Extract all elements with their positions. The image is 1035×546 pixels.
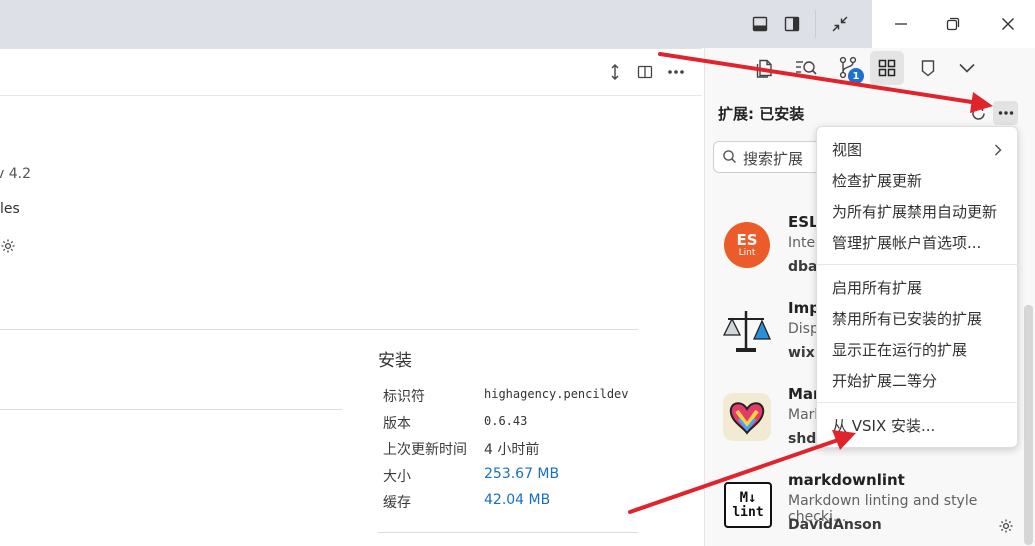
- install-value-identifier: highagency.pencildev: [484, 387, 629, 401]
- menu-item-install-vsix[interactable]: 从 VSIX 安装...: [832, 415, 935, 436]
- eslint-logo-icon: ES Lint: [724, 222, 770, 268]
- explorer-icon[interactable]: [748, 51, 782, 85]
- install-value-size-link[interactable]: 253.67 MB: [484, 466, 559, 482]
- menu-item-disable-auto-update[interactable]: 为所有扩展禁用自动更新: [832, 201, 997, 222]
- sidebar-scrollbar[interactable]: [1024, 305, 1033, 545]
- chevron-down-icon[interactable]: [950, 51, 984, 85]
- extension-publisher: DavidAnson: [788, 517, 882, 533]
- search-placeholder: 搜索扩展: [743, 150, 804, 168]
- extensions-more-menu: 视图 检查扩展更新 为所有扩展禁用自动更新 管理扩展帐户首选项... 启用所有扩…: [816, 126, 1019, 448]
- install-label-identifier: 标识符: [383, 389, 425, 405]
- window-minimize-icon[interactable]: [889, 12, 913, 36]
- section-divider: [378, 532, 638, 533]
- menu-item-enable-all[interactable]: 启用所有扩展: [832, 277, 922, 298]
- window-restore-icon[interactable]: [941, 12, 965, 36]
- open-changes-icon[interactable]: [603, 60, 627, 84]
- menu-item-show-running[interactable]: 显示正在运行的扩展: [832, 339, 967, 360]
- menu-item-manage-account-prefs[interactable]: 管理扩展帐户首选项...: [832, 232, 981, 253]
- install-label-size: 大小: [383, 469, 411, 485]
- menu-item-bisect[interactable]: 开始扩展二等分: [832, 370, 937, 391]
- install-value-version: 0.6.43: [484, 414, 528, 428]
- more-actions-icon[interactable]: [664, 60, 688, 84]
- scales-icon: [722, 307, 772, 355]
- bookmark-icon[interactable]: [911, 51, 945, 85]
- section-divider: [0, 329, 638, 330]
- window-close-icon[interactable]: [996, 12, 1020, 36]
- extension-publisher: wix: [788, 345, 815, 361]
- refresh-icon[interactable]: [967, 102, 989, 124]
- menu-item-disable-all[interactable]: 禁用所有已安装的扩展: [832, 308, 982, 329]
- split-editor-icon[interactable]: [633, 60, 657, 84]
- sidebar-title: 扩展: 已安装: [718, 105, 805, 123]
- menu-separator: [817, 264, 1019, 265]
- titlebar-divider: [815, 10, 816, 38]
- extension-gear-icon[interactable]: [998, 518, 1014, 534]
- search-icon[interactable]: [789, 51, 823, 85]
- extensions-icon[interactable]: [870, 51, 904, 85]
- section-divider: [0, 409, 342, 410]
- install-label-cache: 缓存: [383, 495, 411, 511]
- menu-item-view[interactable]: 视图: [832, 139, 862, 160]
- editor-toolbar: [0, 48, 702, 96]
- chevron-right-icon: [993, 142, 1005, 156]
- markdown-preview-icon: [723, 393, 771, 441]
- markdownlint-logo-icon: M↓ lint: [724, 482, 772, 528]
- gear-icon[interactable]: [0, 238, 16, 254]
- install-label-version: 版本: [383, 416, 411, 432]
- files-fragment: les: [0, 201, 20, 217]
- panel-right-icon[interactable]: [780, 12, 804, 36]
- menu-item-check-updates[interactable]: 检查扩展更新: [832, 170, 922, 191]
- minimize-window-icon[interactable]: [828, 12, 852, 36]
- install-value-cache-link[interactable]: 42.04 MB: [484, 492, 550, 508]
- more-actions-button[interactable]: [993, 101, 1018, 125]
- install-value-last-updated: 4 小时前: [484, 442, 540, 458]
- search-input-icon: [722, 149, 738, 165]
- version-fragment: v 4.2: [0, 166, 31, 182]
- panel-bottom-icon[interactable]: [748, 12, 772, 36]
- extension-name[interactable]: markdownlint: [788, 471, 905, 489]
- install-heading: 安装: [378, 351, 412, 371]
- extension-description: Disp: [788, 321, 819, 337]
- scm-badge: 1: [848, 68, 864, 84]
- extension-detail-editor: [0, 96, 702, 546]
- menu-separator: [817, 402, 1019, 403]
- install-label-last-updated: 上次更新时间: [383, 442, 467, 458]
